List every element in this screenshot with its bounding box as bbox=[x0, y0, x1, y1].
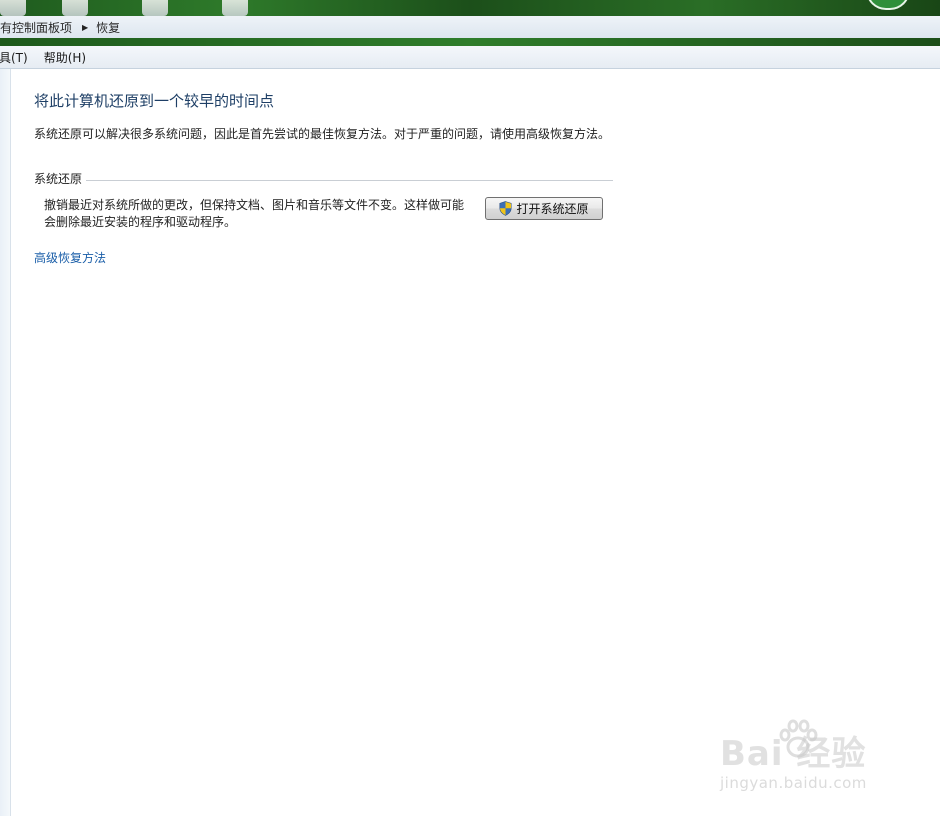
system-restore-section-header: 系统还原 bbox=[34, 170, 613, 187]
advanced-recovery-link[interactable]: 高级恢复方法 bbox=[34, 249, 106, 266]
system-restore-description: 撤销最近对系统所做的更改，但保持文档、图片和音乐等文件不变。这样做可能会删除最近… bbox=[44, 198, 465, 229]
desktop-background bbox=[0, 0, 940, 16]
breadcrumb-item-recovery[interactable]: 恢复 bbox=[96, 19, 126, 36]
menu-item-help[interactable]: 帮助(H) bbox=[36, 49, 94, 66]
desktop-file-icon bbox=[62, 0, 88, 16]
page-title: 将此计算机还原到一个较早的时间点 bbox=[34, 92, 275, 110]
chevron-right-icon[interactable]: ▶ bbox=[78, 23, 96, 32]
desktop-file-icon bbox=[0, 0, 26, 16]
uac-shield-icon bbox=[499, 201, 512, 216]
open-system-restore-button[interactable]: 打开系统还原 bbox=[485, 197, 603, 220]
open-system-restore-button-label: 打开系统还原 bbox=[516, 202, 589, 216]
section-label: 系统还原 bbox=[34, 170, 87, 187]
desktop-background-band bbox=[0, 38, 940, 46]
navigation-pane bbox=[0, 69, 10, 816]
menu-item-tools[interactable]: 工具(T) bbox=[0, 49, 36, 66]
breadcrumb: 所有控制面板项 ▶ 恢复 bbox=[0, 16, 940, 39]
baidu-watermark: Bai 经验 jingyan.baidu.com bbox=[720, 714, 900, 804]
section-divider bbox=[34, 180, 613, 181]
paw-logo-icon bbox=[779, 719, 818, 758]
desktop-file-icon bbox=[142, 0, 168, 16]
page-description: 系统还原可以解决很多系统问题，因此是首先尝试的最佳恢复方法。对于严重的问题，请使… bbox=[34, 127, 611, 141]
desktop-file-icon bbox=[222, 0, 248, 16]
desktop-gadget-icon bbox=[866, 0, 910, 10]
watermark-url: jingyan.baidu.com bbox=[720, 774, 867, 792]
menu-bar: 工具(T) 帮助(H) bbox=[0, 46, 940, 69]
breadcrumb-item-all-control-panel-items[interactable]: 所有控制面板项 bbox=[0, 19, 78, 36]
pane-divider bbox=[10, 69, 11, 816]
